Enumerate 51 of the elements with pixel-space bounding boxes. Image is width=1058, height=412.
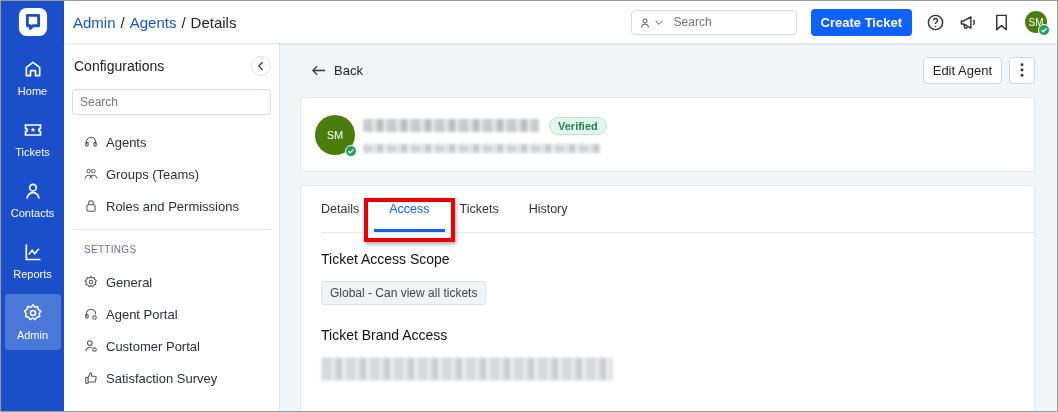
group-icon (84, 167, 98, 181)
menu-item[interactable]: Customer Portal (72, 330, 271, 362)
nav-item[interactable]: Tickets (4, 111, 61, 167)
breadcrumb-separator: / (120, 13, 125, 31)
menu-item[interactable]: General (72, 266, 271, 298)
menu-item[interactable]: Agent Portal (72, 298, 271, 330)
nav-item[interactable]: Reports (4, 233, 61, 289)
more-button[interactable] (1009, 56, 1035, 84)
headset-gear-icon (84, 307, 98, 321)
back-button[interactable]: Back (300, 62, 363, 78)
person-icon[interactable] (638, 16, 651, 29)
menu-item[interactable]: Roles and Permissions (72, 190, 271, 222)
scope-chip: Global - Can view all tickets (321, 281, 487, 305)
logo-icon[interactable] (17, 7, 48, 37)
lock-icon (84, 199, 98, 213)
breadcrumb-separator: / (181, 13, 186, 31)
thumbs-up-icon (84, 371, 98, 385)
collapse-button[interactable] (251, 56, 271, 76)
menu-item[interactable]: Groups (Teams) (72, 158, 271, 190)
help-icon[interactable] (926, 12, 945, 32)
breadcrumb-current: Details (190, 13, 237, 31)
tab[interactable]: History (513, 186, 583, 232)
section-heading: Ticket Brand Access (321, 327, 448, 343)
nav-item[interactable]: Contacts (4, 172, 61, 228)
more-icon (1020, 63, 1024, 77)
person-gear-icon (84, 339, 98, 353)
tab[interactable]: Details (321, 186, 375, 232)
gear-icon (84, 275, 98, 289)
headset-icon (84, 135, 98, 149)
menu-item[interactable]: Satisfaction Survey (72, 362, 271, 394)
verified-badge: Verified (549, 116, 607, 135)
nav-item[interactable]: Home (4, 50, 61, 106)
section-heading: Ticket Access Scope (321, 251, 450, 267)
breadcrumb-link[interactable]: Agents (129, 13, 177, 31)
chevron-down-icon[interactable] (654, 19, 663, 26)
chevron-left-icon (258, 61, 264, 71)
section-heading: SETTINGS (83, 244, 138, 255)
create-ticket-button[interactable]: Create Ticket (810, 8, 912, 36)
gear-icon (22, 303, 43, 323)
edit-agent-button[interactable]: Edit Agent (922, 56, 1002, 84)
search-field[interactable]: Search (72, 89, 271, 115)
menu-item[interactable]: Agents (72, 126, 271, 158)
panel-title: Configurations (73, 58, 165, 74)
arrow-left-icon (312, 64, 326, 76)
search-field[interactable]: Search (630, 9, 797, 35)
tab[interactable]: Tickets (444, 186, 514, 232)
breadcrumb-link[interactable]: Admin (73, 13, 116, 31)
nav-item[interactable]: Admin (4, 294, 61, 350)
avatar: SM (315, 114, 355, 155)
tab[interactable]: Access (374, 186, 445, 232)
avatar[interactable]: SM (1025, 11, 1047, 33)
